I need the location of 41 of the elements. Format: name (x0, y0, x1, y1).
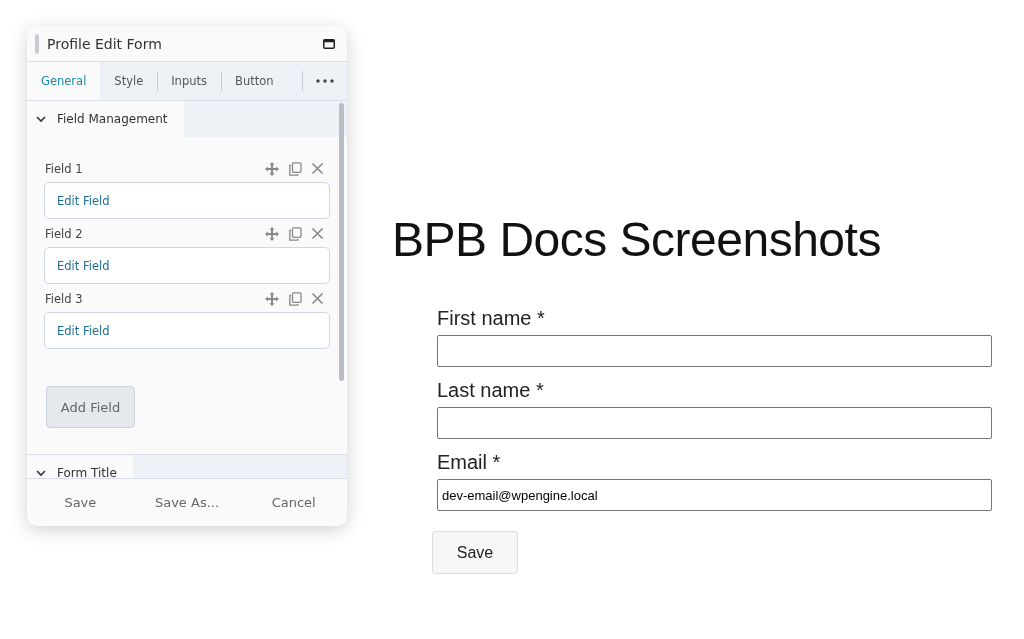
field-label: Email * (437, 451, 502, 474)
footer-button[interactable]: Save (27, 479, 134, 526)
footer-button[interactable]: Cancel (240, 479, 347, 526)
copy-icon[interactable] (288, 292, 302, 306)
input-field[interactable] (437, 335, 992, 367)
field-label: Field 3 (44, 292, 83, 306)
add-field-button[interactable]: Add Field (46, 386, 135, 428)
chevron-icon (35, 113, 47, 125)
panel-title: Profile Edit Form (47, 35, 163, 52)
input-field[interactable] (437, 407, 992, 439)
scrollbar[interactable] (339, 103, 344, 381)
move-icon[interactable] (265, 162, 279, 176)
save-button[interactable]: Save (432, 531, 518, 574)
section-header[interactable]: Field Management (27, 101, 347, 137)
input-field[interactable]: dev-email@wpengine.local (437, 479, 992, 511)
section-title: Form Title (57, 465, 117, 478)
move-icon[interactable] (265, 292, 279, 306)
more-icon (316, 79, 334, 83)
tab[interactable]: Button (221, 62, 288, 100)
copy-icon[interactable] (288, 162, 302, 176)
field-label: Field 2 (44, 227, 83, 241)
copy-icon[interactable] (288, 227, 302, 241)
footer-button[interactable]: Save As... (133, 479, 241, 526)
tab[interactable]: Inputs (157, 62, 221, 100)
close-icon[interactable] (311, 162, 324, 175)
move-icon[interactable] (265, 227, 279, 241)
field-label: Last name * (437, 379, 545, 402)
field-label: First name * (437, 307, 546, 330)
close-icon[interactable] (311, 227, 324, 240)
tab[interactable]: General (27, 62, 101, 100)
section-header[interactable]: Form Title (27, 454, 347, 478)
edit-field-link[interactable]: Edit Field (44, 247, 330, 284)
maximize-icon[interactable] (323, 38, 335, 49)
page-heading: BPB Docs Screenshots (392, 212, 882, 267)
section-title: Field Management (57, 112, 168, 126)
close-icon[interactable] (311, 292, 324, 305)
tab[interactable]: Style (100, 62, 158, 100)
edit-field-link[interactable]: Edit Field (44, 312, 330, 349)
edit-field-link[interactable]: Edit Field (44, 182, 330, 219)
drag-handle[interactable] (35, 33, 39, 54)
field-label: Field 1 (44, 162, 83, 176)
